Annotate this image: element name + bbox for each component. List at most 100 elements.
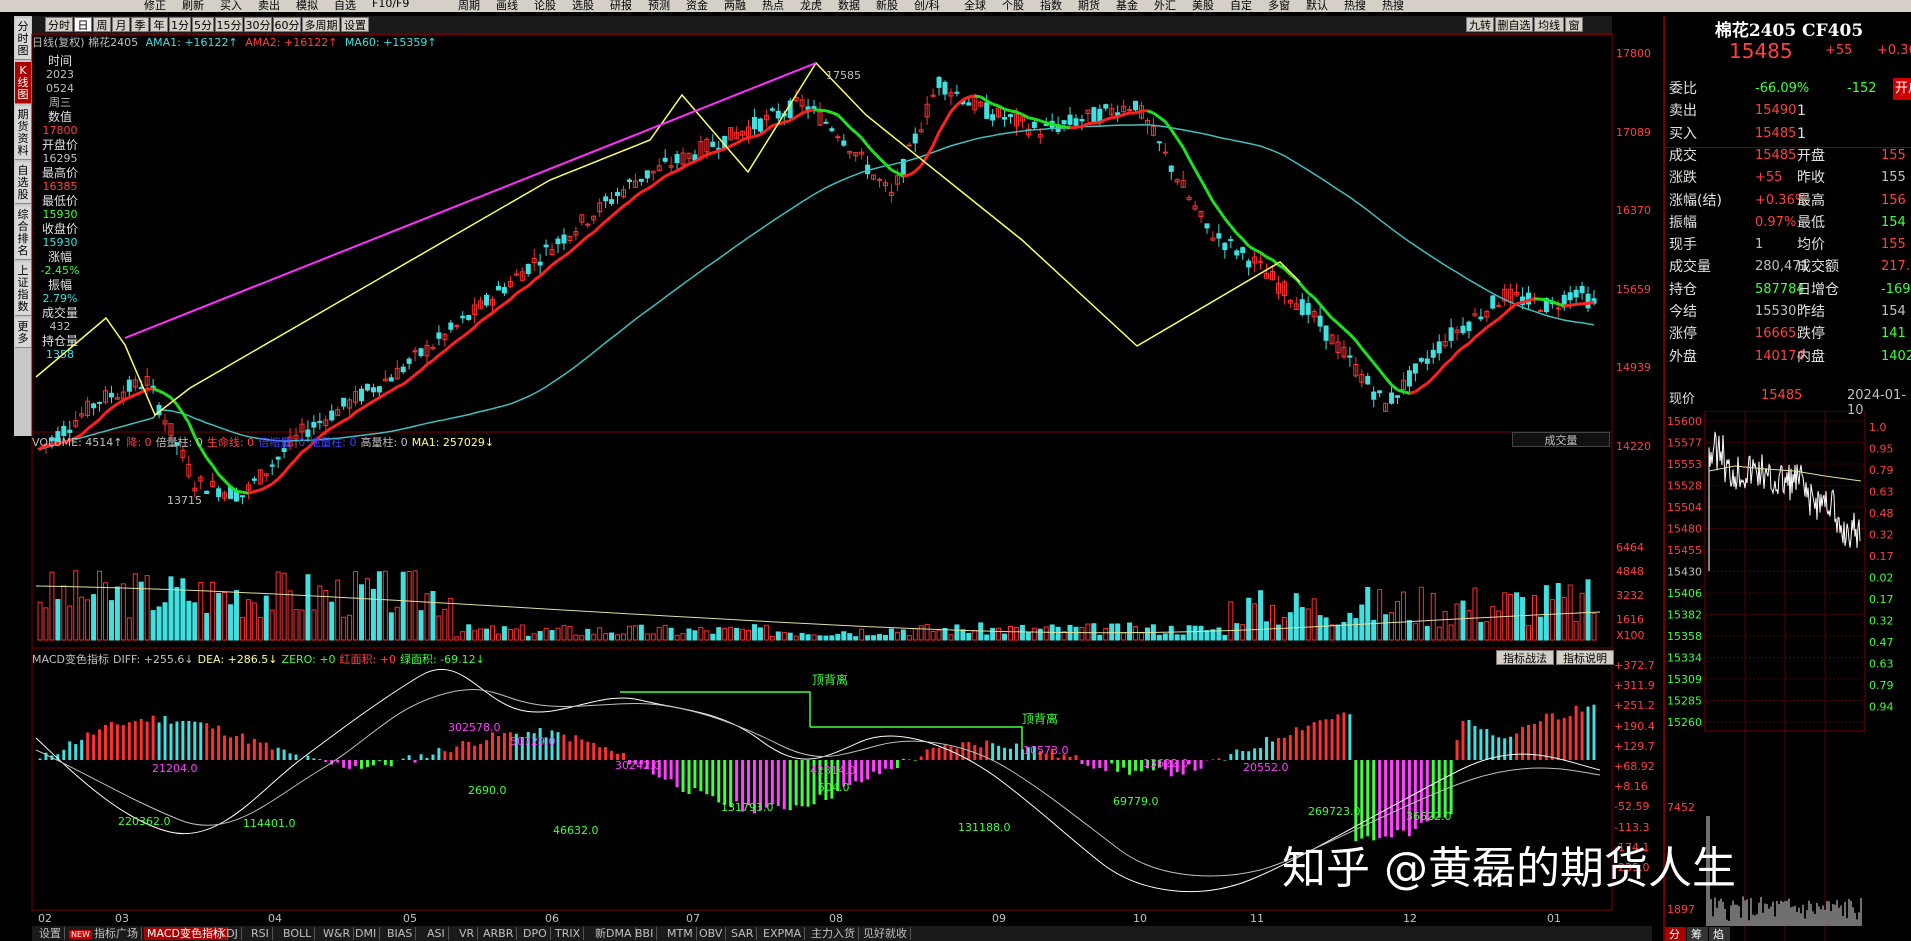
indicator-tab-label: MACD变色指标 (147, 927, 224, 940)
ama-segment (1473, 331, 1482, 339)
ama-segment (1301, 285, 1310, 294)
volume-bar (251, 602, 257, 641)
volume-bar (490, 625, 496, 641)
indicator-tab-17[interactable]: OBV (696, 927, 727, 940)
indicator-tab-18[interactable]: SAR (728, 927, 758, 940)
candle-body (1555, 307, 1561, 310)
ama-segment (1135, 109, 1142, 115)
indicator-tab-6[interactable]: W&R (320, 927, 355, 940)
indicator-strategy-button[interactable]: 指标战法 (1496, 650, 1554, 665)
candle-body (67, 429, 73, 433)
volume-bar (555, 627, 561, 641)
volume-bar (615, 634, 621, 641)
candle-body (1008, 114, 1014, 117)
volume-bar (1496, 610, 1502, 641)
indicator-tab-20[interactable]: 主力入货 (808, 927, 859, 940)
ama-segment (992, 102, 1000, 108)
volume-select[interactable]: 成交量 (1512, 432, 1610, 447)
volume-bar (1561, 596, 1567, 641)
quote-row-4: 涨跌 +55 昨收 155 (1669, 167, 1911, 189)
ama-segment (408, 373, 417, 381)
indicator-tab-16[interactable]: MTM (664, 927, 697, 940)
candle-body (484, 294, 490, 306)
indicator-tab-10[interactable]: VR (456, 927, 479, 940)
volume-bar (507, 628, 513, 641)
indicator-tab-21[interactable]: 见好就收 (860, 927, 911, 940)
date-tick-1: 03 (115, 912, 129, 925)
volume-bar (1258, 590, 1264, 641)
indicator-tab-5[interactable]: BOLL (280, 927, 316, 940)
candle-body (954, 91, 960, 94)
ama-segment (390, 385, 399, 392)
macd-area-label: 13622.0 (1143, 757, 1189, 770)
ama-segment (1093, 121, 1100, 125)
ama-segment (872, 151, 881, 160)
ama-segment (366, 399, 375, 406)
candle-body (1299, 299, 1305, 315)
volume-bar (91, 594, 97, 641)
ama-segment (634, 190, 643, 198)
ama-segment (908, 169, 917, 177)
ama-segment (748, 134, 755, 140)
volume-bar (823, 635, 829, 641)
quote-label-2: 均价 (1797, 237, 1825, 254)
ama-segment (348, 410, 357, 419)
indicator-tab-label: BBI (635, 927, 654, 940)
mini-tick-right: 0.48 (1869, 507, 1894, 520)
mini-tick-left: 15480 (1667, 523, 1702, 536)
quote-label-2: 昨收 (1797, 170, 1825, 187)
divergence-bracket-2 (810, 726, 1023, 750)
ama-segment (949, 103, 959, 113)
mini-tick-right: 0.79 (1869, 679, 1894, 692)
indicator-tab-9[interactable]: ASI (424, 927, 449, 940)
indicator-tab-14[interactable]: 新DMA (592, 927, 636, 940)
volume-bar (484, 628, 490, 641)
volume-legend-item-5: 高量柱: 0 (360, 436, 408, 449)
mini-tick-left: 15358 (1667, 630, 1702, 643)
indicator-tab-label: 新DMA (595, 927, 632, 940)
price-row: 15485 +55 +0.36 (1665, 40, 1911, 62)
indicator-tab-7[interactable]: DMI (352, 927, 381, 940)
ama-segment (467, 325, 476, 334)
quote-value-2: 217.8 (1881, 259, 1911, 275)
indicator-tab-12[interactable]: DPO (520, 927, 551, 940)
ama-segment (402, 378, 411, 386)
ama-segment (848, 126, 857, 134)
ama-segment (1509, 302, 1518, 310)
indicator-tab-0[interactable]: 设置 (36, 927, 65, 940)
indicator-tab-11[interactable]: ARBR (480, 927, 518, 940)
mini-tick-left: 15430 (1667, 566, 1702, 579)
indicator-tab-15[interactable]: BBI (632, 927, 658, 940)
volume-bar (1335, 624, 1341, 641)
ama-segment (1175, 137, 1185, 149)
volume-bar (805, 634, 811, 641)
candle-body (1002, 116, 1008, 120)
ama-segment (152, 387, 160, 393)
quote-label: 买入 (1669, 125, 1697, 142)
macd-tick-6: +8.16 (1614, 780, 1648, 794)
volume-bar (900, 629, 906, 641)
indicator-help-button[interactable]: 指标说明 (1556, 650, 1614, 665)
indicator-tab-4[interactable]: RSI (248, 927, 273, 940)
indicator-tab-19[interactable]: EXPMA (760, 927, 806, 940)
volume-bar (1091, 623, 1097, 641)
volume-bar (61, 585, 67, 641)
volume-bar (573, 634, 579, 641)
indicator-tab-1[interactable]: NEW 指标广场 (66, 927, 142, 940)
mini-tab-label: 筹 (1691, 927, 1702, 941)
ama-segment (742, 136, 749, 142)
volume-bar (1573, 620, 1579, 641)
quote-label-2: -152 (1847, 81, 1877, 96)
ama-segment (271, 477, 280, 486)
volume-legend-item-6: MA1: 257029↓ (411, 436, 495, 449)
candle-body (239, 495, 245, 498)
indicator-tab-13[interactable]: TRIX (552, 927, 585, 940)
indicator-tab-8[interactable]: BIAS (384, 927, 417, 940)
date-tick-2: 04 (268, 912, 282, 925)
volume-bar (1395, 601, 1401, 641)
volume-bar (853, 636, 859, 641)
volume-bar (1305, 608, 1311, 641)
ama-segment (688, 160, 696, 166)
indicator-tab-3[interactable]: KDJ (216, 927, 242, 940)
mini-tick-right: 0.79 (1869, 464, 1894, 477)
